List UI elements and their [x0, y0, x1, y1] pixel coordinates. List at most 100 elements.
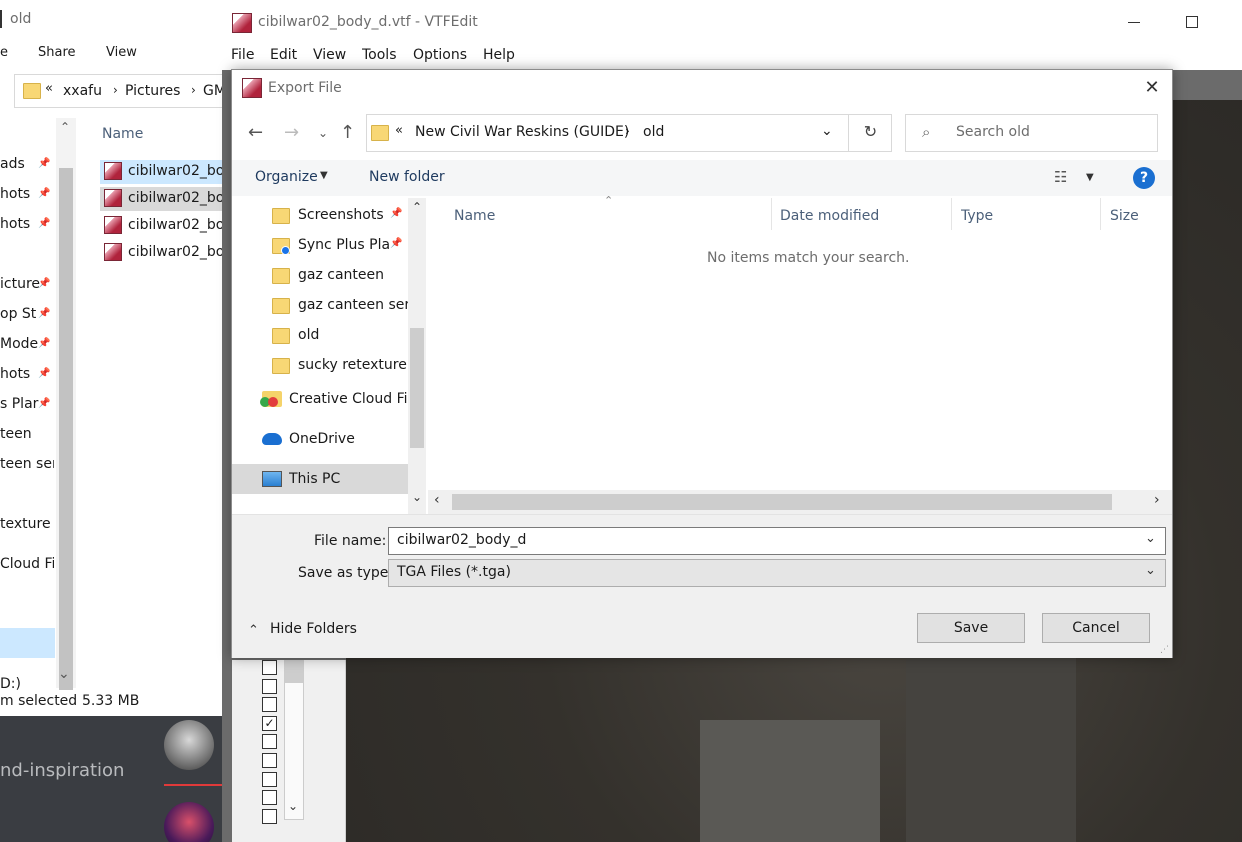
scroll-left-icon[interactable]: ‹	[434, 492, 440, 508]
pin-icon: 📌	[38, 278, 51, 289]
option-checkbox[interactable]	[262, 660, 277, 675]
file-row[interactable]: cibilwar02_bo	[100, 214, 222, 238]
avatar[interactable]	[164, 720, 214, 770]
chevron-down-icon[interactable]: ⌄	[1145, 531, 1156, 546]
scroll-down-icon[interactable]: ⌄	[58, 666, 70, 682]
file-row[interactable]: cibilwar02_bo	[100, 241, 222, 265]
cancel-button[interactable]: Cancel	[1042, 613, 1150, 643]
file-row[interactable]: cibilwar02_bo	[100, 160, 222, 184]
list-scrollbar[interactable]: ⌄	[284, 660, 304, 820]
column-divider[interactable]	[951, 198, 952, 230]
scroll-down-icon[interactable]: ⌄	[288, 799, 298, 813]
option-checkbox[interactable]: ✓	[262, 715, 277, 731]
export-file-dialog: Export File ✕ ← → ⌄ ↑ « New Civil War Re…	[231, 69, 1173, 658]
scroll-right-icon[interactable]: ›	[1154, 492, 1160, 508]
nav-folder-item[interactable]: gaz canteen serg	[272, 294, 412, 324]
menu-view[interactable]: View	[313, 47, 346, 63]
scroll-thumb[interactable]	[59, 168, 73, 698]
column-divider[interactable]	[1100, 198, 1101, 230]
file-name-value: cibilwar02_body_d	[397, 532, 527, 548]
view-options-icon[interactable]: ☷	[1054, 168, 1067, 186]
up-arrow-icon[interactable]: ↑	[340, 122, 355, 143]
file-list-hscrollbar[interactable]: ‹ ›	[428, 490, 1172, 514]
explorer-nav-item[interactable]: Cloud File	[0, 556, 54, 572]
column-name-header[interactable]: Name	[102, 126, 143, 142]
new-folder-button[interactable]: New folder	[369, 169, 445, 185]
nav-folder-item[interactable]: sucky retexture g	[272, 354, 412, 384]
close-icon[interactable]: ✕	[1140, 76, 1164, 100]
file-list-pane[interactable]	[428, 198, 1172, 514]
organize-button[interactable]: Organize	[255, 169, 318, 185]
menu-file[interactable]: File	[231, 47, 254, 63]
chevron-down-icon[interactable]: ⌄	[1145, 563, 1156, 578]
maximize-icon[interactable]	[1186, 16, 1198, 28]
option-checkbox[interactable]	[262, 771, 277, 787]
column-divider[interactable]	[771, 198, 772, 230]
folder-icon	[272, 298, 290, 314]
help-icon[interactable]: ?	[1133, 167, 1155, 189]
address-dropdown-icon[interactable]: ⌄	[821, 123, 833, 139]
resize-grip-icon[interactable]: ⋰	[1160, 645, 1169, 655]
save-as-type-select[interactable]: TGA Files (*.tga) ⌄	[388, 559, 1166, 587]
dialog-address-bar[interactable]: « New Civil War Reskins (GUIDE) › old ⌄	[366, 114, 892, 152]
nav-folder-item[interactable]: old	[272, 324, 412, 354]
option-checkbox[interactable]	[262, 753, 277, 768]
folder-icon	[272, 208, 290, 224]
explorer-nav-item[interactable]: texture g	[0, 516, 54, 532]
scroll-down-icon[interactable]: ⌄	[412, 490, 422, 504]
file-row[interactable]: cibilwar02_bo	[100, 187, 222, 211]
column-date-modified[interactable]: Date modified	[780, 208, 879, 224]
column-name[interactable]: Name	[454, 208, 495, 224]
option-checkbox[interactable]	[262, 808, 277, 824]
nav-root-item[interactable]: OneDrive	[232, 424, 408, 454]
nav-root-label: OneDrive	[289, 431, 355, 447]
scroll-thumb[interactable]	[410, 328, 424, 448]
back-arrow-icon[interactable]: ←	[248, 122, 263, 143]
nav-selected-item[interactable]	[0, 628, 55, 658]
file-name-field[interactable]: cibilwar02_body_d ⌄	[388, 527, 1166, 555]
save-button[interactable]: Save	[917, 613, 1025, 643]
breadcrumb-parent[interactable]: New Civil War Reskins (GUIDE)	[415, 124, 629, 140]
option-checkbox[interactable]	[262, 678, 277, 694]
option-checkbox[interactable]	[262, 697, 277, 713]
explorer-titlebar: old	[0, 0, 222, 40]
menu-help[interactable]: Help	[483, 47, 515, 63]
channel-name[interactable]: nd-inspiration	[0, 760, 124, 781]
nav-root-item[interactable]: Creative Cloud Fil	[232, 384, 408, 414]
breadcrumb-pictures[interactable]: Pictures	[125, 83, 180, 99]
recent-locations-icon[interactable]: ⌄	[318, 126, 328, 140]
scroll-up-icon[interactable]: ⌃	[412, 200, 422, 214]
forward-arrow-icon[interactable]: →	[284, 122, 299, 143]
minimize-icon[interactable]	[1128, 22, 1140, 23]
menu-edit[interactable]: Edit	[270, 47, 297, 63]
nav-root-item[interactable]: This PC	[232, 464, 408, 494]
option-checkbox[interactable]	[262, 734, 277, 750]
nav-folder-item[interactable]: gaz canteen	[272, 264, 412, 294]
scroll-up-icon[interactable]: ⌃	[60, 120, 70, 134]
ribbon-tab-view[interactable]: View	[106, 45, 137, 60]
column-type[interactable]: Type	[961, 208, 993, 224]
search-box[interactable]: ⌕ Search old	[905, 114, 1158, 152]
breadcrumb-xxafu[interactable]: xxafu	[63, 83, 102, 99]
overflow-chevron-icon[interactable]: «	[395, 123, 403, 138]
avatar[interactable]	[164, 802, 214, 842]
option-checkbox[interactable]	[262, 790, 277, 806]
breadcrumb-current[interactable]: old	[643, 124, 664, 140]
explorer-nav-item[interactable]: teen serg	[0, 456, 54, 472]
ribbon-tab-share[interactable]: Share	[38, 45, 76, 60]
scroll-thumb[interactable]	[452, 494, 1112, 510]
menu-options[interactable]: Options	[413, 47, 467, 63]
column-size[interactable]: Size	[1110, 208, 1139, 224]
menu-tools[interactable]: Tools	[362, 47, 397, 63]
hide-folders-button[interactable]: Hide Folders	[270, 621, 357, 637]
unread-divider	[164, 784, 222, 786]
chevron-down-icon[interactable]: ▼	[1086, 172, 1094, 183]
nav-pane-scrollbar[interactable]: ⌃ ⌄	[408, 198, 426, 514]
chevron-up-icon[interactable]: ⌃	[248, 623, 259, 638]
refresh-icon[interactable]: ↻	[848, 114, 892, 152]
explorer-nav-item[interactable]: teen	[0, 426, 54, 442]
explorer-nav-scrollbar[interactable]: ⌃	[56, 118, 76, 698]
explorer-address-bar[interactable]: « xxafu › Pictures › GM	[14, 74, 226, 108]
nav-root-label: Creative Cloud Fil	[289, 391, 407, 407]
vtf-file-icon	[104, 189, 122, 207]
